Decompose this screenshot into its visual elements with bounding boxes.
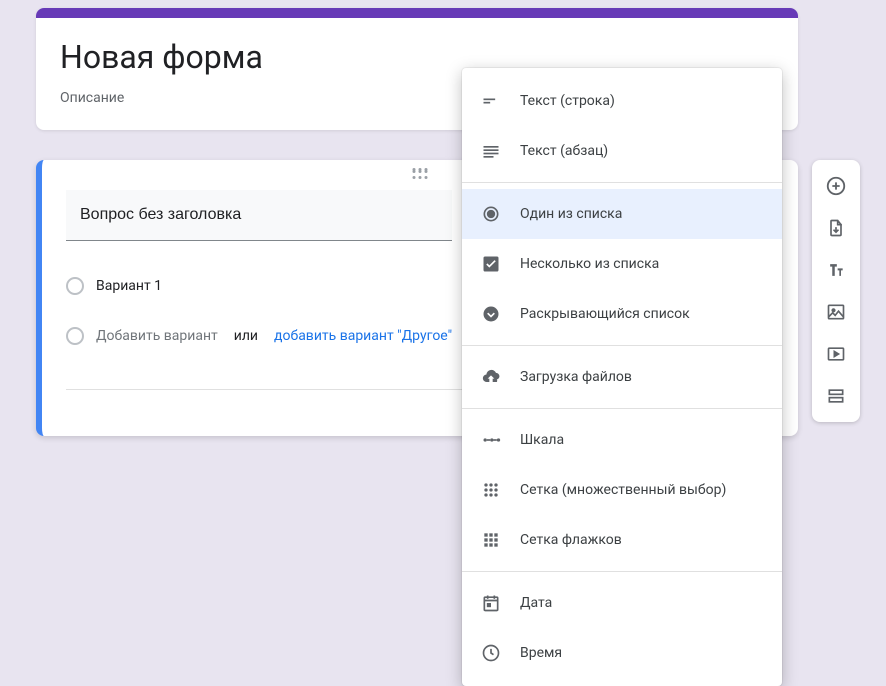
menu-label: Текст (строка) xyxy=(520,93,615,109)
add-image-button[interactable] xyxy=(818,294,854,330)
menu-separator xyxy=(462,571,782,572)
menu-label: Время xyxy=(520,645,562,661)
radio-icon xyxy=(66,327,84,345)
add-video-button[interactable] xyxy=(818,336,854,372)
menu-item-dropdown[interactable]: Раскрывающийся список xyxy=(462,289,782,339)
add-question-button[interactable] xyxy=(818,168,854,204)
menu-label: Шкала xyxy=(520,432,564,448)
menu-item-time[interactable]: Время xyxy=(462,628,782,678)
menu-label: Загрузка файлов xyxy=(520,369,632,385)
menu-label: Несколько из списка xyxy=(520,256,659,272)
side-toolbar xyxy=(812,160,860,422)
menu-separator xyxy=(462,182,782,183)
checkbox-icon xyxy=(480,253,502,275)
menu-label: Текст (абзац) xyxy=(520,143,608,159)
menu-label: Дата xyxy=(520,595,552,611)
grid-checkbox-icon xyxy=(480,529,502,551)
radio-selected-icon xyxy=(480,203,502,225)
menu-item-scale[interactable]: Шкала xyxy=(462,415,782,465)
menu-label: Сетка (множественный выбор) xyxy=(520,482,726,498)
menu-item-short-text[interactable]: Текст (строка) xyxy=(462,76,782,126)
dropdown-icon xyxy=(480,303,502,325)
menu-separator xyxy=(462,408,782,409)
menu-item-paragraph[interactable]: Текст (абзац) xyxy=(462,126,782,176)
question-type-menu[interactable]: Текст (строка) Текст (абзац) Один из спи… xyxy=(462,68,782,686)
cloud-upload-icon xyxy=(480,366,502,388)
clock-icon xyxy=(480,642,502,664)
short-text-icon xyxy=(480,90,502,112)
add-title-button[interactable] xyxy=(818,252,854,288)
add-option-placeholder[interactable]: Добавить вариант xyxy=(96,328,218,344)
menu-item-file-upload[interactable]: Загрузка файлов xyxy=(462,352,782,402)
calendar-icon xyxy=(480,592,502,614)
paragraph-icon xyxy=(480,140,502,162)
option-label[interactable]: Вариант 1 xyxy=(96,278,162,294)
menu-separator xyxy=(462,345,782,346)
question-title-input[interactable] xyxy=(66,190,452,241)
menu-item-date[interactable]: Дата xyxy=(462,578,782,628)
scale-icon xyxy=(480,429,502,451)
radio-icon xyxy=(66,277,84,295)
drag-handle-icon[interactable] xyxy=(413,170,428,179)
menu-label: Один из списка xyxy=(520,206,622,222)
import-questions-button[interactable] xyxy=(818,210,854,246)
menu-label: Сетка флажков xyxy=(520,532,622,548)
menu-item-grid-checkbox[interactable]: Сетка флажков xyxy=(462,515,782,565)
grid-radio-icon xyxy=(480,479,502,501)
menu-label: Раскрывающийся список xyxy=(520,306,690,322)
menu-item-radio[interactable]: Один из списка xyxy=(462,189,782,239)
or-text: или xyxy=(234,328,258,344)
menu-item-grid-radio[interactable]: Сетка (множественный выбор) xyxy=(462,465,782,515)
add-section-button[interactable] xyxy=(818,378,854,414)
add-other-link[interactable]: добавить вариант "Другое" xyxy=(274,328,452,344)
menu-item-checkbox[interactable]: Несколько из списка xyxy=(462,239,782,289)
